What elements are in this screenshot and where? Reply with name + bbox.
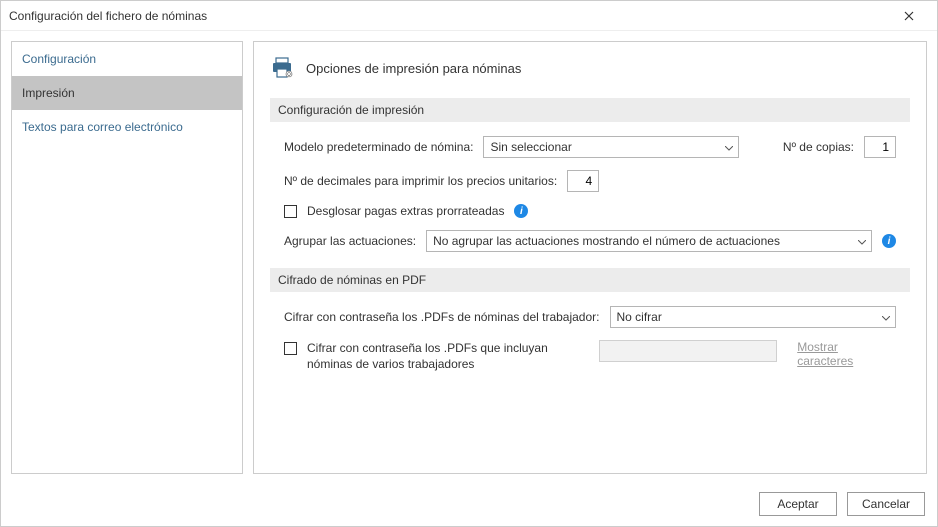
- select-group-value: No agrupar las actuaciones mostrando el …: [433, 234, 780, 248]
- chevron-down-icon: [882, 310, 890, 324]
- page-header: Opciones de impresión para nóminas: [270, 56, 910, 80]
- checkbox-encrypt-multi[interactable]: [284, 342, 297, 355]
- label-copies: Nº de copias:: [783, 140, 854, 154]
- select-model-value: Sin seleccionar: [490, 140, 571, 154]
- input-password[interactable]: [599, 340, 777, 362]
- print-form: Modelo predeterminado de nómina: Sin sel…: [270, 136, 910, 268]
- input-copies[interactable]: [864, 136, 896, 158]
- row-breakdown: Desglosar pagas extras prorrateadas i: [284, 204, 896, 218]
- label-encrypt-multi: Cifrar con contraseña los .PDFs que incl…: [307, 340, 589, 372]
- info-icon[interactable]: i: [514, 204, 528, 218]
- label-decimals: Nº de decimales para imprimir los precio…: [284, 174, 557, 188]
- sidebar-item-textos-correo[interactable]: Textos para correo electrónico: [12, 110, 242, 144]
- printer-icon: [270, 56, 294, 80]
- label-group: Agrupar las actuaciones:: [284, 234, 416, 248]
- label-breakdown: Desglosar pagas extras prorrateadas: [307, 204, 504, 218]
- select-group[interactable]: No agrupar las actuaciones mostrando el …: [426, 230, 872, 252]
- row-decimals: Nº de decimales para imprimir los precio…: [284, 170, 896, 192]
- link-show-chars[interactable]: Mostrar caracteres: [797, 340, 896, 368]
- chevron-down-icon: [858, 234, 866, 248]
- cancel-button[interactable]: Cancelar: [847, 492, 925, 516]
- pdf-form: Cifrar con contraseña los .PDFs de nómin…: [270, 306, 910, 400]
- input-decimals[interactable]: [567, 170, 599, 192]
- dialog-window: Configuración del fichero de nóminas Con…: [0, 0, 938, 527]
- titlebar: Configuración del fichero de nóminas: [1, 1, 937, 31]
- select-model[interactable]: Sin seleccionar: [483, 136, 739, 158]
- page-title: Opciones de impresión para nóminas: [306, 61, 521, 76]
- close-button[interactable]: [889, 2, 929, 30]
- row-model: Modelo predeterminado de nómina: Sin sel…: [284, 136, 896, 158]
- footer: Aceptar Cancelar: [1, 484, 937, 526]
- info-icon[interactable]: i: [882, 234, 896, 248]
- select-encrypt-worker-value: No cifrar: [617, 310, 662, 324]
- sidebar: Configuración Impresión Textos para corr…: [11, 41, 243, 474]
- window-title: Configuración del fichero de nóminas: [9, 9, 889, 23]
- content-area: Configuración Impresión Textos para corr…: [1, 31, 937, 484]
- section-header-pdf: Cifrado de nóminas en PDF: [270, 268, 910, 292]
- checkbox-breakdown[interactable]: [284, 205, 297, 218]
- accept-button[interactable]: Aceptar: [759, 492, 837, 516]
- select-encrypt-worker[interactable]: No cifrar: [610, 306, 897, 328]
- sidebar-item-impresion[interactable]: Impresión: [12, 76, 242, 110]
- row-group: Agrupar las actuaciones: No agrupar las …: [284, 230, 896, 252]
- chevron-down-icon: [725, 140, 733, 154]
- label-model: Modelo predeterminado de nómina:: [284, 140, 473, 154]
- close-icon: [904, 11, 914, 21]
- row-encrypt-worker: Cifrar con contraseña los .PDFs de nómin…: [284, 306, 896, 328]
- sidebar-item-configuracion[interactable]: Configuración: [12, 42, 242, 76]
- section-header-print: Configuración de impresión: [270, 98, 910, 122]
- row-encrypt-multi: Cifrar con contraseña los .PDFs que incl…: [284, 340, 896, 372]
- label-encrypt-worker: Cifrar con contraseña los .PDFs de nómin…: [284, 310, 600, 324]
- main-panel: Opciones de impresión para nóminas Confi…: [253, 41, 927, 474]
